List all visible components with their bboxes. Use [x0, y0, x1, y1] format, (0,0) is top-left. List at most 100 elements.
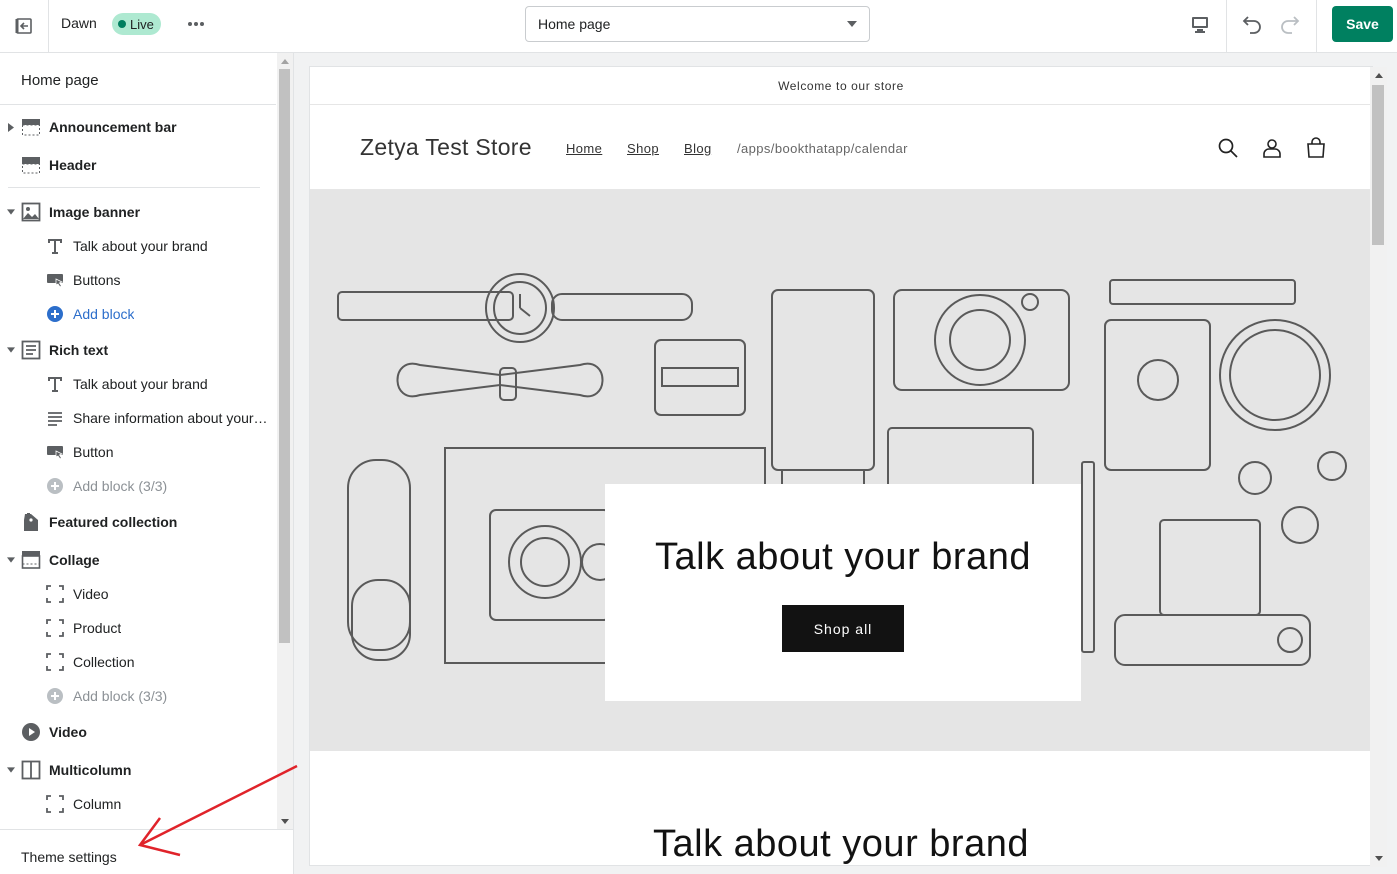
- block-buttons[interactable]: Buttons: [0, 263, 276, 297]
- scroll-down-icon[interactable]: [1370, 850, 1387, 866]
- nav-link-home[interactable]: Home: [566, 141, 602, 156]
- caret-right-icon[interactable]: [7, 122, 15, 132]
- add-block-label: Add block (3/3): [73, 478, 168, 494]
- sidebar-divider: [8, 187, 260, 188]
- add-circle-icon: [45, 304, 65, 324]
- block-label: Talk about your brand: [73, 376, 208, 392]
- block-label: Column: [73, 796, 122, 812]
- sidebar-divider: [0, 104, 276, 105]
- caret-down-icon: [847, 21, 857, 27]
- theme-settings-button[interactable]: Theme settings: [0, 829, 293, 874]
- section-label: Rich text: [49, 342, 109, 358]
- block-column[interactable]: Column: [0, 787, 276, 821]
- scroll-up-icon[interactable]: [1370, 67, 1387, 83]
- banner-heading: Talk about your brand: [655, 536, 1031, 578]
- caret-down-icon[interactable]: [7, 556, 15, 564]
- text-icon: [45, 374, 65, 394]
- caret-down-icon[interactable]: [7, 208, 15, 216]
- section-image-banner[interactable]: Image banner: [0, 195, 276, 229]
- editor-topbar: Dawn Live Home page Save: [0, 0, 1397, 53]
- undo-button[interactable]: [1240, 11, 1266, 37]
- section-multicolumn[interactable]: Multicolumn: [0, 753, 276, 787]
- theme-name: Dawn: [61, 15, 97, 31]
- paragraph-icon: [45, 408, 65, 428]
- add-circle-icon: [45, 686, 65, 706]
- cart-icon[interactable]: [1304, 136, 1328, 160]
- exit-editor-button[interactable]: [0, 0, 49, 52]
- text-icon: [45, 236, 65, 256]
- add-block-button[interactable]: Add block: [0, 297, 276, 331]
- section-header[interactable]: Header: [0, 148, 276, 182]
- collage-icon: [21, 550, 41, 570]
- section-featured-collection[interactable]: Featured collection: [0, 505, 276, 539]
- sections-sidebar: Home page Announcement bar Header Image …: [0, 53, 294, 874]
- section-collage[interactable]: Collage: [0, 543, 276, 577]
- section-label: Video: [49, 724, 87, 740]
- block-text[interactable]: Talk about your brand: [0, 229, 276, 263]
- block-video[interactable]: Video: [0, 577, 276, 611]
- add-block-button-disabled: Add block (3/3): [0, 679, 276, 713]
- section-label: Featured collection: [49, 514, 178, 530]
- header-icon: [21, 155, 41, 175]
- add-block-label: Add block: [73, 306, 135, 322]
- section-label: Header: [49, 157, 97, 173]
- add-block-label: Add block (3/3): [73, 688, 168, 704]
- tag-icon: [21, 512, 41, 532]
- placeholder-block-icon: [45, 584, 65, 604]
- section-video[interactable]: Video: [0, 715, 276, 749]
- topbar-divider: [1226, 0, 1227, 52]
- image-icon: [21, 202, 41, 222]
- page-selector-value: Home page: [538, 16, 611, 32]
- nav-link-blog[interactable]: Blog: [684, 141, 712, 156]
- sidebar-scrollbar-thumb[interactable]: [279, 69, 290, 643]
- redo-icon: [1281, 16, 1300, 34]
- redo-button[interactable]: [1276, 11, 1302, 37]
- add-circle-icon: [45, 476, 65, 496]
- scroll-down-icon[interactable]: [277, 813, 293, 829]
- block-label: Share information about your…: [73, 410, 268, 426]
- block-label: Talk about your brand: [73, 238, 208, 254]
- search-icon[interactable]: [1216, 136, 1240, 160]
- block-label: Collection: [73, 654, 135, 670]
- page-selector[interactable]: Home page: [525, 6, 870, 42]
- preview-scrollbar-thumb[interactable]: [1372, 85, 1384, 245]
- rich-text-heading: Talk about your brand: [653, 823, 1029, 865]
- shop-all-button[interactable]: Shop all: [782, 605, 904, 652]
- announcement-bar[interactable]: Welcome to our store: [310, 67, 1372, 105]
- desktop-icon: [1192, 17, 1208, 33]
- block-collection[interactable]: Collection: [0, 645, 276, 679]
- columns-icon: [21, 760, 41, 780]
- section-label: Announcement bar: [49, 119, 177, 135]
- store-logo-text[interactable]: Zetya Test Store: [360, 134, 532, 161]
- block-product[interactable]: Product: [0, 611, 276, 645]
- device-preview-button[interactable]: [1187, 12, 1213, 38]
- nav-link-shop[interactable]: Shop: [627, 141, 659, 156]
- button-icon: [45, 442, 65, 462]
- section-label: Collage: [49, 552, 100, 568]
- sidebar-title: Home page: [21, 72, 99, 89]
- undo-icon: [1242, 16, 1261, 34]
- nav-link-calendar[interactable]: /apps/bookthatapp/calendar: [737, 141, 908, 156]
- block-label: Video: [73, 586, 109, 602]
- play-icon: [21, 722, 41, 742]
- section-rich-text[interactable]: Rich text: [0, 333, 276, 367]
- placeholder-block-icon: [45, 618, 65, 638]
- caret-down-icon[interactable]: [7, 766, 15, 774]
- block-text-paragraph[interactable]: Share information about your…: [0, 401, 276, 435]
- caret-down-icon[interactable]: [7, 346, 15, 354]
- placeholder-block-icon: [45, 794, 65, 814]
- topbar-divider: [1316, 0, 1317, 52]
- section-announcement-bar[interactable]: Announcement bar: [0, 110, 276, 144]
- announcement-icon: [21, 117, 41, 137]
- section-label: Multicolumn: [49, 762, 132, 778]
- scroll-up-icon[interactable]: [277, 53, 293, 69]
- ellipsis-icon: [188, 22, 204, 26]
- button-icon: [45, 270, 65, 290]
- account-icon[interactable]: [1260, 136, 1284, 160]
- block-label: Product: [73, 620, 122, 636]
- add-block-button-disabled: Add block (3/3): [0, 469, 276, 503]
- save-button[interactable]: Save: [1332, 6, 1393, 42]
- block-button[interactable]: Button: [0, 435, 276, 469]
- block-text[interactable]: Talk about your brand: [0, 367, 276, 401]
- more-actions-button[interactable]: [183, 13, 209, 35]
